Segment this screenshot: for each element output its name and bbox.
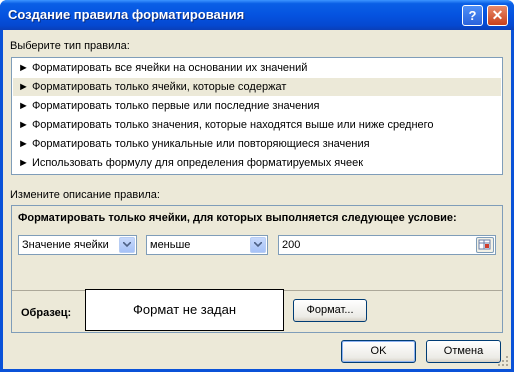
rule-type-item[interactable]: ► Форматировать только уникальные или по… xyxy=(13,135,501,153)
preview-box: Формат не задан xyxy=(85,289,284,331)
cancel-button[interactable]: Отмена xyxy=(426,340,501,363)
help-button[interactable]: ? xyxy=(462,5,483,26)
close-icon: ✕ xyxy=(491,7,504,23)
rule-type-item[interactable]: ► Форматировать только значения, которые… xyxy=(13,116,501,134)
condition-title: Форматировать только ячейки, для которых… xyxy=(18,212,457,224)
range-select-icon[interactable] xyxy=(476,237,494,253)
title-bar[interactable]: Создание правила форматирования ? ✕ xyxy=(0,0,514,30)
format-button[interactable]: Формат... xyxy=(293,299,367,322)
resize-gripper-icon[interactable] xyxy=(497,355,509,367)
description-label: Измените описание правила: xyxy=(10,189,160,201)
dialog-window: Создание правила форматирования ? ✕ Выбе… xyxy=(0,0,514,372)
rule-type-item[interactable]: ► Использовать формулу для определения ф… xyxy=(13,154,501,172)
help-icon: ? xyxy=(468,8,477,23)
rule-type-item-selected[interactable]: ► Форматировать только ячейки, которые с… xyxy=(13,78,501,96)
chevron-down-icon[interactable] xyxy=(119,237,135,253)
rule-type-item[interactable]: ► Форматировать только первые или послед… xyxy=(13,97,501,115)
rule-type-item[interactable]: ► Форматировать все ячейки на основании … xyxy=(13,59,501,77)
ok-button-label: OK xyxy=(370,345,387,357)
dialog-title: Создание правила форматирования xyxy=(8,7,245,22)
value-text: 200 xyxy=(282,239,301,251)
value-input[interactable]: 200 xyxy=(278,235,496,255)
preview-label: Образец: xyxy=(21,307,72,319)
dialog-body: Выберите тип правила: ► Форматировать вс… xyxy=(3,30,511,369)
chevron-down-icon[interactable] xyxy=(250,237,266,253)
description-panel: Форматировать только ячейки, для которых… xyxy=(11,205,503,333)
close-button[interactable]: ✕ xyxy=(487,5,508,26)
cell-value-text: Значение ячейки xyxy=(22,239,109,251)
cell-value-select[interactable]: Значение ячейки xyxy=(18,235,137,255)
rule-type-label: Выберите тип правила: xyxy=(10,40,130,52)
cancel-button-label: Отмена xyxy=(443,345,484,357)
ok-button[interactable]: OK xyxy=(341,340,416,363)
operator-select[interactable]: меньше xyxy=(146,235,268,255)
operator-text: меньше xyxy=(150,239,191,251)
rule-type-list[interactable]: ► Форматировать все ячейки на основании … xyxy=(11,57,503,175)
format-button-label: Формат... xyxy=(306,304,354,316)
